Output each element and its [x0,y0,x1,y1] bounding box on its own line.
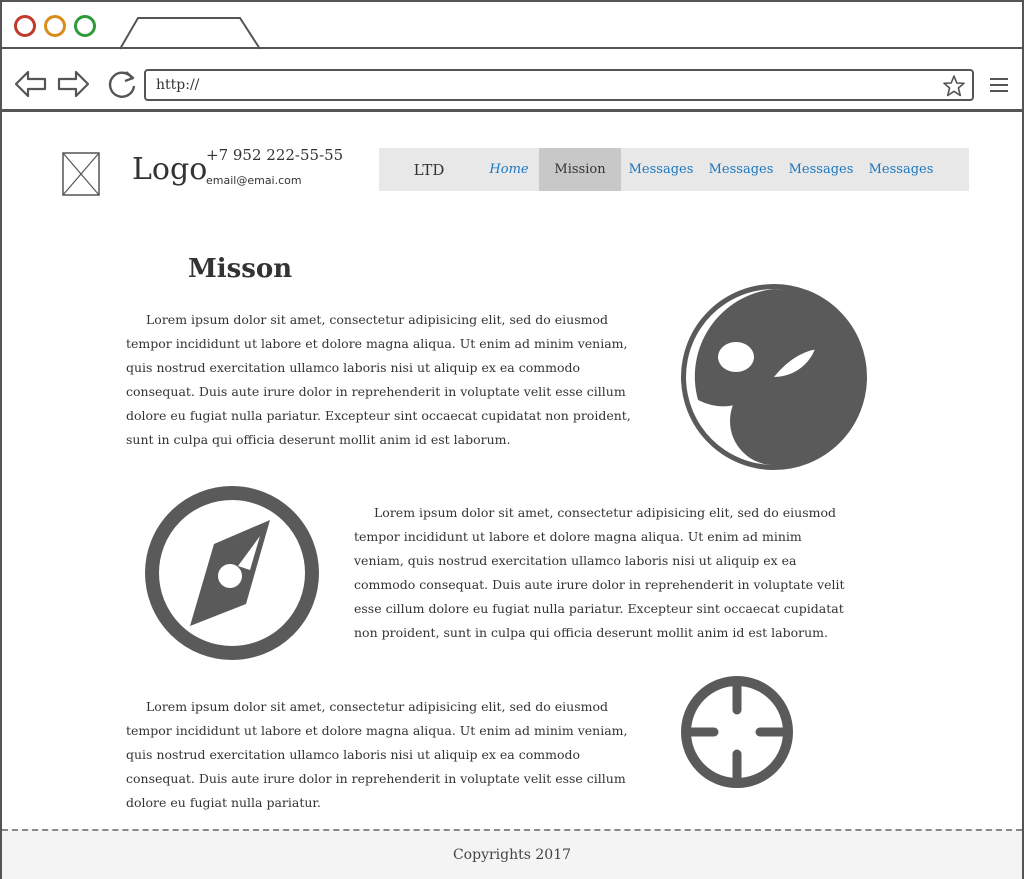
browser-chrome: http:// [0,0,1024,112]
crosshair-icon [681,676,793,788]
compass-icon [145,486,319,660]
email-address[interactable]: email@emai.com [206,174,302,187]
window-controls [14,15,96,37]
nav-arrows [14,68,90,100]
forward-arrow-icon[interactable] [56,68,90,100]
phone-number: +7 952 222-55-55 [206,146,344,164]
nav-item-messages[interactable]: Messages [621,148,701,191]
nav-item-messages[interactable]: Messages [781,148,861,191]
tab-divider [2,47,1024,49]
copyright-text: Copyrights 2017 [452,847,572,863]
close-window-button[interactable] [14,15,36,37]
mission-paragraph: Lorem ipsum dolor sit amet, consectetur … [126,312,631,447]
footer: Copyrights 2017 [2,829,1022,879]
mission-paragraph: Lorem ipsum dolor sit amet, consectetur … [354,505,845,640]
star-icon[interactable] [942,74,966,98]
minimize-window-button[interactable] [44,15,66,37]
nav-item-messages[interactable]: Messages [861,148,941,191]
page-title: Misson [188,254,293,284]
nav-brand[interactable]: LTD [379,148,479,191]
nav-item-messages[interactable]: Messages [701,148,781,191]
logo-text[interactable]: Logo [132,152,207,187]
nav-item-mission[interactable]: Mission [539,148,621,191]
url-text: http:// [156,77,200,93]
reload-icon[interactable] [106,68,138,100]
menu-icon[interactable] [988,76,1010,94]
browser-tab[interactable] [118,16,262,50]
url-input[interactable]: http:// [144,69,974,101]
nav-item-home[interactable]: Home [479,148,539,191]
main-navigation: LTD Home Mission Messages Messages Messa… [379,148,969,191]
logo-image-placeholder [62,152,100,196]
back-arrow-icon[interactable] [14,68,48,100]
maximize-window-button[interactable] [74,15,96,37]
page-content: Logo +7 952 222-55-55 email@emai.com LTD… [0,112,1024,879]
mission-paragraph: Lorem ipsum dolor sit amet, consectetur … [126,699,628,810]
yin-yang-icon [681,284,867,470]
